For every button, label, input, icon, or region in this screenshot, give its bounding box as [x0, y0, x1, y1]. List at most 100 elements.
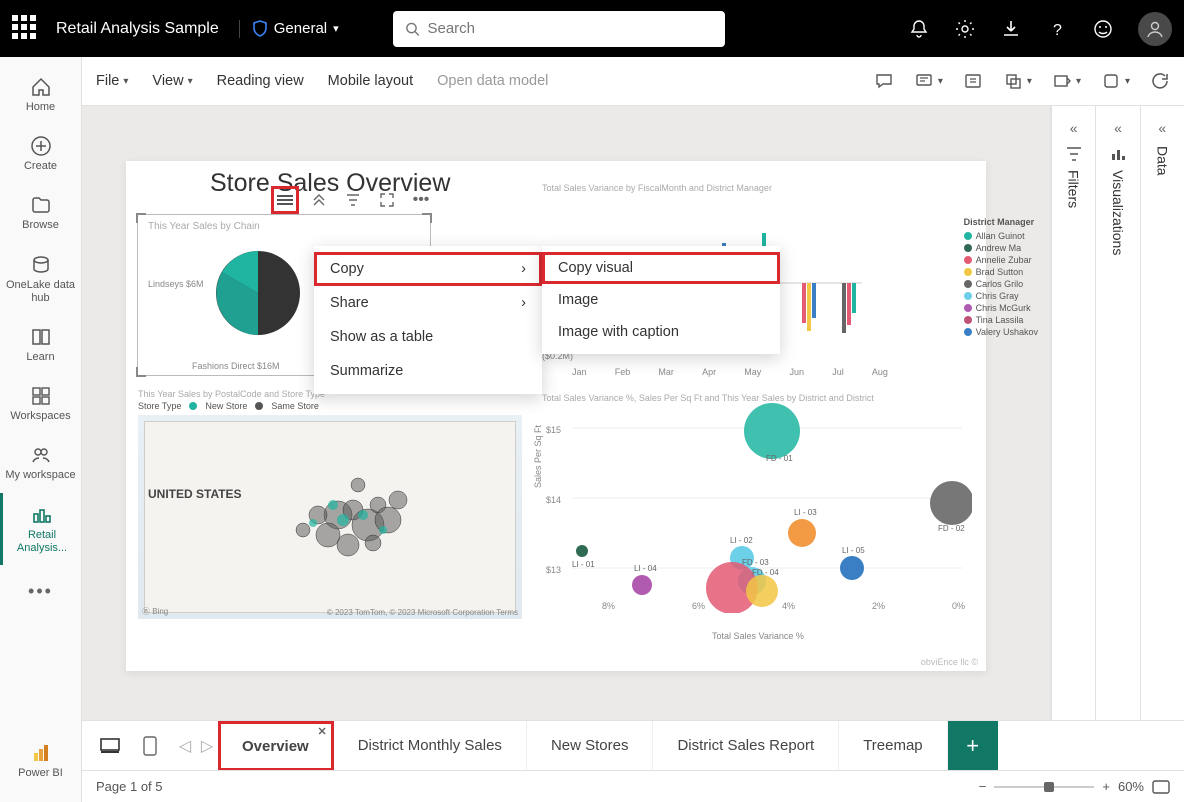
search-icon [405, 21, 420, 37]
svg-text:$13: $13 [546, 565, 561, 575]
ctx-image-caption[interactable]: Image with caption [542, 316, 780, 348]
command-bar: File ▾ View ▾ Reading view Mobile layout… [82, 57, 1184, 106]
nav-create[interactable]: Create [0, 124, 81, 183]
resize-handle[interactable] [422, 213, 432, 223]
comment-icon[interactable] [874, 71, 894, 91]
pie-title: This Year Sales by Chain [138, 215, 430, 238]
mobile-view-icon[interactable] [134, 730, 166, 762]
legend-item: Allan Guinot [976, 231, 1025, 241]
tab-report[interactable]: District Sales Report [653, 721, 839, 771]
help-icon[interactable]: ? [1046, 18, 1068, 40]
legend-item: Chris McGurk [976, 303, 1031, 313]
page-indicator: Page 1 of 5 [96, 779, 163, 794]
sensitivity-dropdown[interactable]: General ▾ [239, 20, 339, 38]
export-icon[interactable] [1052, 71, 1072, 91]
download-icon[interactable] [1000, 18, 1022, 40]
zoom-slider[interactable] [994, 786, 1094, 788]
feedback-icon[interactable] [1092, 18, 1114, 40]
map-image[interactable]: UNITED STATES Ⓑ Bing © 2023 TomTom, © 20… [138, 415, 522, 619]
ctx-table[interactable]: Show as a table [314, 320, 542, 354]
tab-treemap[interactable]: Treemap [839, 721, 947, 771]
tab-prev[interactable]: ◁ [174, 736, 196, 756]
search-input[interactable] [427, 20, 712, 37]
chevron-left-icon: « [1158, 120, 1166, 136]
month-label: May [744, 367, 761, 377]
settings-icon[interactable] [954, 18, 976, 40]
nav-more[interactable]: ••• [0, 571, 81, 613]
svg-text:2%: 2% [872, 601, 885, 611]
pane-viz-label: Visualizations [1110, 170, 1126, 255]
nav-myworkspace[interactable]: My workspace [0, 433, 81, 492]
zoom-out-button[interactable]: − [979, 779, 987, 794]
ctx-share[interactable]: Share› [314, 286, 542, 320]
legend-item: Chris Gray [976, 291, 1019, 301]
add-tab-button[interactable]: + [948, 721, 998, 771]
map-visual[interactable]: This Year Sales by PostalCode and Store … [138, 389, 522, 623]
view-icon[interactable] [963, 71, 983, 91]
svg-text:LI - 05: LI - 05 [842, 546, 865, 555]
right-panes: « Filters « Visualizations « Data [1050, 106, 1184, 720]
bar-legend: District Manager Allan Guinot Andrew Ma … [964, 217, 1038, 339]
nav-browse[interactable]: Browse [0, 183, 81, 242]
user-avatar[interactable] [1138, 12, 1172, 46]
drill-icon[interactable] [308, 189, 330, 211]
nav-workspaces[interactable]: Workspaces [0, 374, 81, 433]
resize-handle[interactable] [136, 367, 146, 377]
data-pane[interactable]: « Data [1140, 106, 1184, 720]
chevron-down-icon[interactable]: ▾ [938, 76, 943, 87]
context-menu-sub: Copy visual Image Image with caption [542, 246, 780, 354]
nav-powerbi[interactable]: Power BI [0, 731, 81, 790]
nav-learn[interactable]: Learn [0, 315, 81, 374]
svg-text:LI - 02: LI - 02 [730, 536, 753, 545]
more-options-icon[interactable] [274, 189, 296, 211]
close-icon[interactable]: ✕ [318, 725, 327, 738]
report-page: Store Sales Overview ••• This Year Sales… [126, 161, 986, 671]
tab-district[interactable]: District Monthly Sales [334, 721, 527, 771]
nav-learn-label: Learn [26, 351, 54, 364]
chevron-left-icon: « [1114, 120, 1122, 136]
desktop-view-icon[interactable] [94, 730, 126, 762]
legend-item: Annelie Zubar [976, 255, 1032, 265]
visualizations-pane[interactable]: « Visualizations [1095, 106, 1139, 720]
zoom-in-button[interactable]: + [1102, 779, 1110, 794]
tab-overview[interactable]: Overview✕ [218, 721, 334, 771]
ctx-summarize[interactable]: Summarize [314, 354, 542, 388]
month-label: Mar [658, 367, 674, 377]
nav-home[interactable]: Home [0, 65, 81, 124]
fit-page-icon[interactable] [1152, 780, 1170, 794]
ctx-copy-visual[interactable]: Copy visual [542, 252, 780, 284]
search-box[interactable] [393, 11, 725, 47]
scatter-visual[interactable]: Total Sales Variance %, Sales Per Sq Ft … [542, 393, 978, 637]
scatter-ylabel: Sales Per Sq Ft [533, 425, 543, 488]
legend-item: Tina Lassila [976, 315, 1024, 325]
nav-ws-label: Workspaces [10, 410, 70, 423]
filter-icon[interactable] [342, 189, 364, 211]
ellipsis-icon[interactable]: ••• [410, 189, 432, 211]
sync-icon[interactable] [1003, 71, 1023, 91]
notifications-icon[interactable] [908, 18, 930, 40]
refresh-icon[interactable] [1150, 71, 1170, 91]
menu-view-label: View [152, 73, 183, 89]
svg-text:6%: 6% [692, 601, 705, 611]
tab-newstores[interactable]: New Stores [527, 721, 654, 771]
pin-icon[interactable] [1101, 71, 1121, 91]
tab-next[interactable]: ▷ [196, 736, 218, 756]
bookmark-icon[interactable] [914, 71, 934, 91]
menu-file[interactable]: File ▾ [96, 73, 128, 89]
resize-handle[interactable] [136, 213, 146, 223]
filters-pane[interactable]: « Filters [1051, 106, 1095, 720]
chevron-down-icon[interactable]: ▾ [1125, 76, 1130, 87]
nav-onelake[interactable]: OneLake data hub [0, 243, 81, 315]
menu-reading[interactable]: Reading view [217, 73, 304, 89]
chevron-down-icon[interactable]: ▾ [1076, 76, 1081, 87]
chevron-down-icon[interactable]: ▾ [1027, 76, 1032, 87]
focus-icon[interactable] [376, 189, 398, 211]
nav-active-report[interactable]: Retail Analysis... [0, 493, 81, 565]
ctx-image[interactable]: Image [542, 284, 780, 316]
menu-view[interactable]: View ▾ [152, 73, 192, 89]
menu-mobile[interactable]: Mobile layout [328, 73, 413, 89]
scatter-title: Total Sales Variance %, Sales Per Sq Ft … [542, 393, 978, 403]
ctx-copy[interactable]: Copy› [314, 252, 542, 286]
app-launcher-icon[interactable] [12, 15, 40, 43]
nav-myws-label: My workspace [5, 469, 75, 482]
